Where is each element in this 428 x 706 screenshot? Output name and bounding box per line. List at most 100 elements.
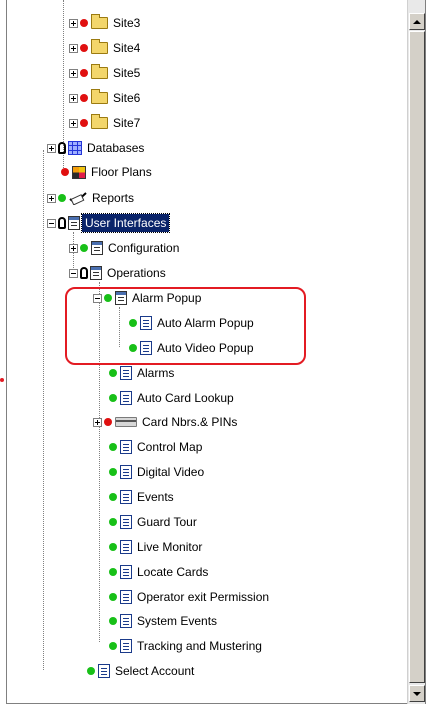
expand-icon[interactable] xyxy=(69,18,78,28)
status-red-icon xyxy=(80,119,88,127)
tree-item-floor-plans[interactable]: Floor Plans xyxy=(61,161,155,183)
expand-icon[interactable] xyxy=(47,193,56,203)
tree-item-user-interfaces[interactable]: User Interfaces xyxy=(47,212,171,234)
tree-item-reports[interactable]: Reports xyxy=(47,187,137,209)
expand-icon[interactable] xyxy=(69,68,78,78)
document-icon xyxy=(120,590,132,604)
status-red-icon xyxy=(80,94,88,102)
tree-item-label: Locate Cards xyxy=(137,565,209,579)
tree-item-label: Floor Plans xyxy=(91,165,152,179)
document-icon xyxy=(120,565,132,579)
expand-icon[interactable] xyxy=(69,93,78,103)
tree-item-site6[interactable]: Site6 xyxy=(69,87,143,109)
status-green-icon xyxy=(109,543,117,551)
scroll-down-button[interactable] xyxy=(409,685,425,702)
status-green-icon xyxy=(58,194,66,202)
lock-icon xyxy=(58,217,66,229)
status-green-icon xyxy=(109,443,117,451)
status-green-icon xyxy=(109,593,117,601)
database-icon xyxy=(68,141,82,155)
document-icon xyxy=(120,540,132,554)
tree-item-operator-exit-permission[interactable]: Operator exit Permission xyxy=(109,586,272,608)
tree-item-label: Configuration xyxy=(108,241,180,255)
tree-item-label: Events xyxy=(137,490,174,504)
status-red-icon xyxy=(80,44,88,52)
tree-item-tracking-and-mustering[interactable]: Tracking and Mustering xyxy=(109,635,265,657)
status-green-icon xyxy=(109,568,117,576)
folder-icon xyxy=(91,39,108,54)
tree-item-operations[interactable]: Operations xyxy=(69,262,169,284)
user-interface-icon xyxy=(68,216,80,230)
vertical-scrollbar[interactable] xyxy=(407,0,425,704)
tree-item-alarms[interactable]: Alarms xyxy=(109,362,177,384)
folder-icon xyxy=(91,114,108,129)
tree-item-label: Live Monitor xyxy=(137,540,203,554)
arrow-down-icon xyxy=(413,691,421,696)
status-green-icon xyxy=(109,468,117,476)
tree-item-locate-cards[interactable]: Locate Cards xyxy=(109,561,211,583)
expand-icon[interactable] xyxy=(93,417,102,427)
tree-item-label: Operations xyxy=(107,266,166,280)
tree-item-control-map[interactable]: Control Map xyxy=(109,436,205,458)
tree-item-label: Select Account xyxy=(115,664,195,678)
report-icon xyxy=(69,191,87,205)
status-green-icon xyxy=(109,394,117,402)
tree-item-auto-card-lookup[interactable]: Auto Card Lookup xyxy=(109,387,237,409)
expand-icon[interactable] xyxy=(69,118,78,128)
document-icon xyxy=(120,515,132,529)
status-red-icon xyxy=(104,418,112,426)
tree-item-label: Site5 xyxy=(113,66,141,80)
tree-item-label: Auto Card Lookup xyxy=(137,391,234,405)
highlight-annotation-box xyxy=(65,287,306,365)
tree-item-label: Tracking and Mustering xyxy=(137,639,262,653)
scroll-up-button[interactable] xyxy=(409,13,425,30)
document-icon xyxy=(120,391,132,405)
annotation-dot xyxy=(0,378,4,382)
tree-item-guard-tour[interactable]: Guard Tour xyxy=(109,511,200,533)
tree-item-site5[interactable]: Site5 xyxy=(69,62,143,84)
document-icon xyxy=(120,490,132,504)
tree-item-site3[interactable]: Site3 xyxy=(69,12,143,34)
tree-item-select-account[interactable]: Select Account xyxy=(87,660,197,682)
document-icon xyxy=(120,440,132,454)
tree-item-configuration[interactable]: Configuration xyxy=(69,237,182,259)
status-green-icon xyxy=(80,244,88,252)
status-red-icon xyxy=(61,168,69,176)
tree-view-panel[interactable]: Site3 Site4 Site5 Site6 Site7 Databases … xyxy=(6,0,426,704)
tree-item-site7[interactable]: Site7 xyxy=(69,112,143,134)
status-green-icon xyxy=(109,518,117,526)
tree-view[interactable]: Site3 Site4 Site5 Site6 Site7 Databases … xyxy=(7,0,407,704)
user-interface-icon xyxy=(90,266,102,280)
status-green-icon xyxy=(109,642,117,650)
status-green-icon xyxy=(109,617,117,625)
tree-item-site4[interactable]: Site4 xyxy=(69,37,143,59)
status-green-icon xyxy=(109,493,117,501)
tree-item-label: Site7 xyxy=(113,116,141,130)
tree-item-label: Reports xyxy=(92,191,135,205)
expand-icon[interactable] xyxy=(69,243,78,253)
collapse-icon[interactable] xyxy=(69,268,78,278)
tree-item-events[interactable]: Events xyxy=(109,486,177,508)
tree-item-label: Control Map xyxy=(137,440,203,454)
tree-item-label: Site3 xyxy=(113,16,141,30)
floor-plan-icon xyxy=(72,165,86,179)
document-icon xyxy=(120,639,132,653)
tree-item-live-monitor[interactable]: Live Monitor xyxy=(109,536,205,558)
lock-icon xyxy=(80,267,88,279)
tree-line xyxy=(43,150,44,670)
user-interface-icon xyxy=(91,241,103,255)
status-green-icon xyxy=(109,369,117,377)
status-red-icon xyxy=(80,69,88,77)
tree-item-card-nbrs-pins[interactable]: Card Nbrs.& PINs xyxy=(93,411,240,433)
tree-item-system-events[interactable]: System Events xyxy=(109,610,220,632)
card-icon xyxy=(115,417,137,427)
tree-item-label: Site6 xyxy=(113,91,141,105)
collapse-icon[interactable] xyxy=(47,218,56,228)
expand-icon[interactable] xyxy=(47,143,56,153)
scrollbar-thumb[interactable] xyxy=(409,31,425,683)
expand-icon[interactable] xyxy=(69,43,78,53)
tree-item-databases[interactable]: Databases xyxy=(47,137,147,159)
document-icon xyxy=(120,614,132,628)
tree-item-label: Guard Tour xyxy=(137,515,197,529)
tree-item-digital-video[interactable]: Digital Video xyxy=(109,461,207,483)
